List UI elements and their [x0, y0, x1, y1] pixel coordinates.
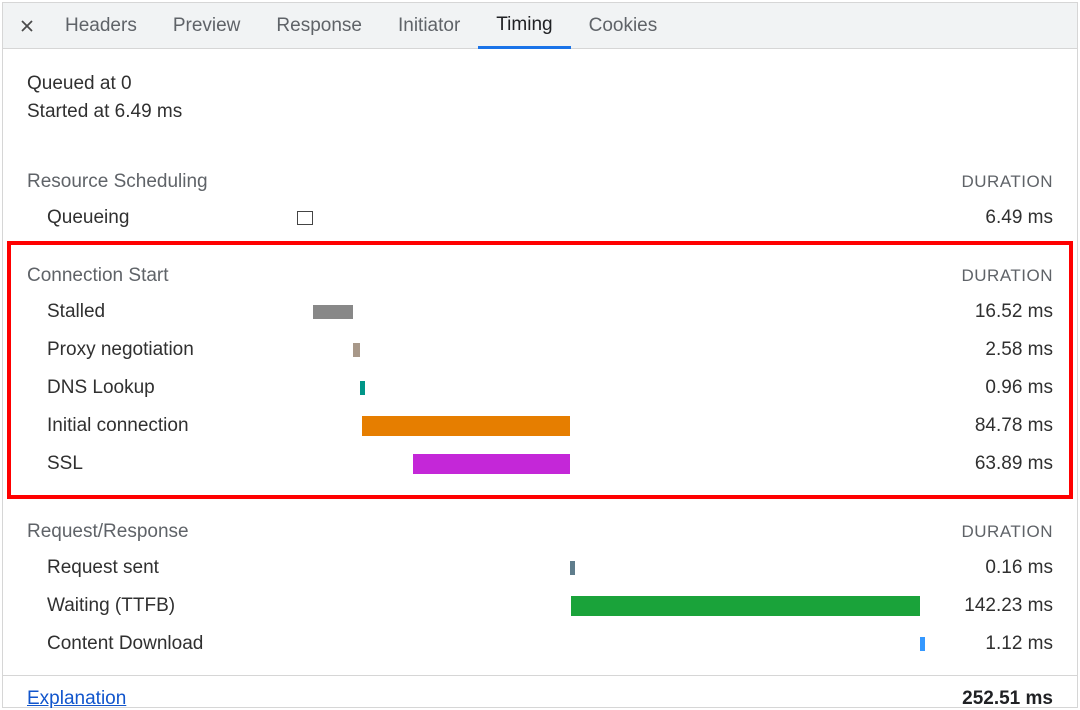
timing-row-value: 0.96 ms [923, 377, 1053, 399]
timing-row-value: 2.58 ms [923, 339, 1053, 361]
timing-summary: Queued at 0 Started at 6.49 ms [27, 67, 1053, 129]
timing-bar-cell [297, 557, 923, 579]
section-title: Connection Start [27, 265, 169, 287]
tab-headers[interactable]: Headers [47, 3, 155, 49]
duration-heading: DURATION [961, 522, 1053, 542]
timing-row-value: 84.78 ms [923, 415, 1053, 437]
timing-row-label: DNS Lookup [27, 377, 297, 399]
queued-at-text: Queued at 0 [27, 73, 1053, 95]
timing-row-label: Waiting (TTFB) [27, 595, 297, 617]
tab-response[interactable]: Response [258, 3, 380, 49]
timing-bar [413, 454, 570, 474]
timing-bar-cell [297, 595, 923, 617]
timing-bar-cell [297, 207, 923, 229]
duration-heading: DURATION [961, 266, 1053, 286]
tab-initiator[interactable]: Initiator [380, 3, 478, 49]
close-icon[interactable] [7, 3, 47, 49]
timing-bar-cell [297, 633, 923, 655]
timing-row-label: Initial connection [27, 415, 297, 437]
timing-bar-cell [297, 453, 923, 475]
timing-body: Queued at 0 Started at 6.49 ms Resource … [3, 49, 1077, 675]
started-at-text: Started at 6.49 ms [27, 101, 1053, 123]
timing-row-waiting-ttfb-: Waiting (TTFB) 142.23 ms [27, 587, 1053, 625]
timing-section-request-response: Request/Response DURATION Request sent 0.16… [27, 507, 1053, 663]
timing-row-value: 16.52 ms [923, 301, 1053, 323]
timing-bar [571, 596, 920, 616]
timing-row-initial-connection: Initial connection 84.78 ms [27, 407, 1053, 445]
section-header: Connection Start DURATION [27, 265, 1053, 287]
timing-row-ssl: SSL 63.89 ms [27, 445, 1053, 483]
timing-row-value: 1.12 ms [923, 633, 1053, 655]
timing-bar-cell [297, 415, 923, 437]
timing-section-connection-start: Connection Start DURATION Stalled 16.52 ms P… [7, 241, 1073, 499]
timing-row-proxy-negotiation: Proxy negotiation 2.58 ms [27, 331, 1053, 369]
timing-bar [920, 637, 925, 651]
timing-row-label: Content Download [27, 633, 297, 655]
timing-bar [362, 416, 570, 436]
timing-row-value: 142.23 ms [923, 595, 1053, 617]
timing-row-content-download: Content Download 1.12 ms [27, 625, 1053, 663]
timing-row-value: 0.16 ms [923, 557, 1053, 579]
timing-footer: Explanation 252.51 ms [3, 675, 1077, 710]
tab-timing[interactable]: Timing [478, 3, 570, 49]
details-tabbar: HeadersPreviewResponseInitiatorTimingCoo… [3, 3, 1077, 49]
timing-row-label: Proxy negotiation [27, 339, 297, 361]
timing-row-stalled: Stalled 16.52 ms [27, 293, 1053, 331]
timing-row-request-sent: Request sent 0.16 ms [27, 549, 1053, 587]
timing-row-label: Request sent [27, 557, 297, 579]
duration-heading: DURATION [961, 172, 1053, 192]
timing-row-value: 63.89 ms [923, 453, 1053, 475]
timing-row-label: SSL [27, 453, 297, 475]
tab-cookies[interactable]: Cookies [571, 3, 676, 49]
timing-bar-cell [297, 377, 923, 399]
tab-preview[interactable]: Preview [155, 3, 259, 49]
timing-section-resource-scheduling: Resource Scheduling DURATION Queueing 6.49 … [27, 157, 1053, 237]
timing-bar [570, 561, 575, 575]
timing-row-value: 6.49 ms [923, 207, 1053, 229]
network-timing-panel: HeadersPreviewResponseInitiatorTimingCoo… [2, 2, 1078, 708]
section-header: Request/Response DURATION [27, 521, 1053, 543]
total-duration: 252.51 ms [962, 688, 1053, 710]
section-title: Resource Scheduling [27, 171, 208, 193]
timing-row-queueing: Queueing 6.49 ms [27, 199, 1053, 237]
timing-bar [297, 211, 313, 225]
timing-bar [313, 305, 354, 319]
timing-row-dns-lookup: DNS Lookup 0.96 ms [27, 369, 1053, 407]
timing-bar [353, 343, 359, 357]
timing-bar [360, 381, 365, 395]
timing-row-label: Stalled [27, 301, 297, 323]
timing-row-label: Queueing [27, 207, 297, 229]
explanation-link[interactable]: Explanation [27, 688, 126, 710]
section-header: Resource Scheduling DURATION [27, 171, 1053, 193]
timing-bar-cell [297, 301, 923, 323]
timing-bar-cell [297, 339, 923, 361]
section-title: Request/Response [27, 521, 189, 543]
